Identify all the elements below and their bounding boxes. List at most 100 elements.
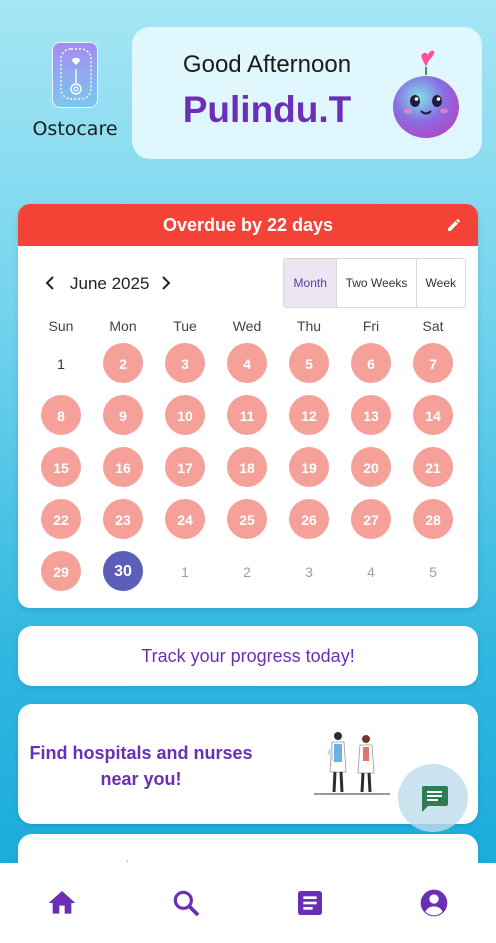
ostomy-bag-icon <box>60 48 92 100</box>
day-number: 21 <box>425 460 441 476</box>
calendar-card: Overdue by 22 days June 2025 Month Two W… <box>18 204 478 608</box>
calendar-day[interactable]: 3 <box>278 546 340 598</box>
calendar-day[interactable]: 12 <box>278 390 340 442</box>
user-name: Pulindu.T <box>182 89 352 130</box>
weekday-label: Fri <box>362 318 380 334</box>
calendar-day[interactable]: 18 <box>216 442 278 494</box>
view-month-button[interactable]: Month <box>284 259 338 307</box>
day-number: 9 <box>119 408 127 424</box>
calendar-day[interactable]: 5 <box>402 546 464 598</box>
calendar-day[interactable]: 10 <box>154 390 216 442</box>
calendar-day[interactable]: 27 <box>340 494 402 546</box>
calendar-day[interactable]: 28 <box>402 494 464 546</box>
calendar-day[interactable]: 19 <box>278 442 340 494</box>
day-number: 27 <box>363 512 379 528</box>
calendar-day[interactable]: 26 <box>278 494 340 546</box>
track-progress-card[interactable]: Track your progress today! <box>18 626 478 686</box>
view-week-button[interactable]: Week <box>417 259 465 307</box>
calendar-day[interactable]: 23 <box>92 494 154 546</box>
day-number: 22 <box>53 512 69 528</box>
app-logo <box>52 42 98 108</box>
find-hospitals-line2: near you! <box>100 769 182 789</box>
calendar-day[interactable]: 7 <box>402 338 464 390</box>
day-grid: 1 2 3 4 5 6 7 8 9 10 11 12 13 14 15 16 17 18 19 20 21 22 23 24 2… <box>30 338 464 598</box>
calendar-day[interactable]: 13 <box>340 390 402 442</box>
day-number: 18 <box>239 460 255 476</box>
calendar-day[interactable]: 4 <box>340 546 402 598</box>
day-number: 5 <box>305 356 313 372</box>
calendar-day[interactable]: 15 <box>30 442 92 494</box>
chat-icon <box>422 786 448 812</box>
calendar-day[interactable]: 1 <box>30 338 92 390</box>
calendar-day[interactable]: 2 <box>92 338 154 390</box>
overdue-banner: Overdue by 22 days <box>18 204 478 246</box>
calendar-day[interactable]: 21 <box>402 442 464 494</box>
calendar-day[interactable]: 2 <box>216 546 278 598</box>
calendar-day[interactable]: 20 <box>340 442 402 494</box>
month-label: June 2025 <box>70 274 150 293</box>
nav-home[interactable] <box>0 863 124 943</box>
calendar-day[interactable]: 5 <box>278 338 340 390</box>
calendar-day[interactable]: 6 <box>340 338 402 390</box>
nav-articles[interactable] <box>248 863 372 943</box>
weekday-label: Tue <box>173 318 197 334</box>
day-number: 29 <box>53 564 69 580</box>
calendar-day[interactable]: 29 <box>30 546 92 598</box>
greeting-card: Good Afternoon Pulindu.T <box>132 27 482 159</box>
calendar-day[interactable]: 17 <box>154 442 216 494</box>
calendar-day[interactable]: 24 <box>154 494 216 546</box>
view-two-weeks-button[interactable]: Two Weeks <box>337 259 417 307</box>
calendar-day[interactable]: 14 <box>402 390 464 442</box>
day-number: 30 <box>114 563 132 580</box>
day-number: 8 <box>57 408 65 424</box>
day-number: 6 <box>367 356 375 372</box>
search-icon <box>173 890 200 917</box>
weekday-label: Sat <box>422 318 444 334</box>
calendar-day[interactable]: 9 <box>92 390 154 442</box>
edit-icon[interactable] <box>446 217 462 233</box>
article-icon <box>298 891 322 915</box>
mascot-icon <box>393 50 459 138</box>
day-number: 4 <box>367 564 375 580</box>
day-number: 28 <box>425 512 441 528</box>
find-hospitals-line1: Find hospitals and nurses <box>29 743 253 763</box>
doctors-illustration <box>314 732 390 795</box>
greeting-text: Good Afternoon <box>182 51 352 78</box>
bottom-navigation <box>0 863 496 943</box>
chevron-left-icon[interactable] <box>42 274 58 292</box>
chat-button[interactable] <box>398 764 468 832</box>
account-icon <box>420 889 448 917</box>
day-number: 12 <box>301 408 317 424</box>
nav-search[interactable] <box>124 863 248 943</box>
day-number: 5 <box>429 564 437 580</box>
day-number: 1 <box>181 564 189 580</box>
day-number: 15 <box>53 460 69 476</box>
calendar-day[interactable]: 1 <box>154 546 216 598</box>
view-toggle: Month Two Weeks Week <box>283 258 466 308</box>
day-number: 4 <box>243 356 251 372</box>
nav-profile[interactable] <box>372 863 496 943</box>
weekday-label: Wed <box>232 318 262 334</box>
calendar-day[interactable]: 25 <box>216 494 278 546</box>
calendar-day[interactable]: 22 <box>30 494 92 546</box>
calendar-day-today[interactable]: 30 <box>92 546 154 598</box>
weekday-header: Sun Mon Tue Wed Thu Fri Sat <box>30 318 464 334</box>
calendar-day[interactable]: 4 <box>216 338 278 390</box>
day-number: 24 <box>177 512 193 528</box>
track-progress-text: Track your progress today! <box>141 646 355 666</box>
calendar-day[interactable]: 16 <box>92 442 154 494</box>
calendar-day[interactable]: 8 <box>30 390 92 442</box>
day-number: 26 <box>301 512 317 528</box>
day-number: 16 <box>115 460 131 476</box>
home-icon <box>48 891 76 914</box>
calendar-day[interactable]: 11 <box>216 390 278 442</box>
day-number: 17 <box>177 460 193 476</box>
day-number: 23 <box>115 512 131 528</box>
day-number: 3 <box>305 564 313 580</box>
calendar-day[interactable]: 3 <box>154 338 216 390</box>
day-number: 2 <box>243 564 251 580</box>
chevron-right-icon[interactable] <box>158 274 174 292</box>
overdue-text: Overdue by 22 days <box>162 215 334 235</box>
day-number: 14 <box>425 408 441 424</box>
day-number: 11 <box>239 408 255 424</box>
